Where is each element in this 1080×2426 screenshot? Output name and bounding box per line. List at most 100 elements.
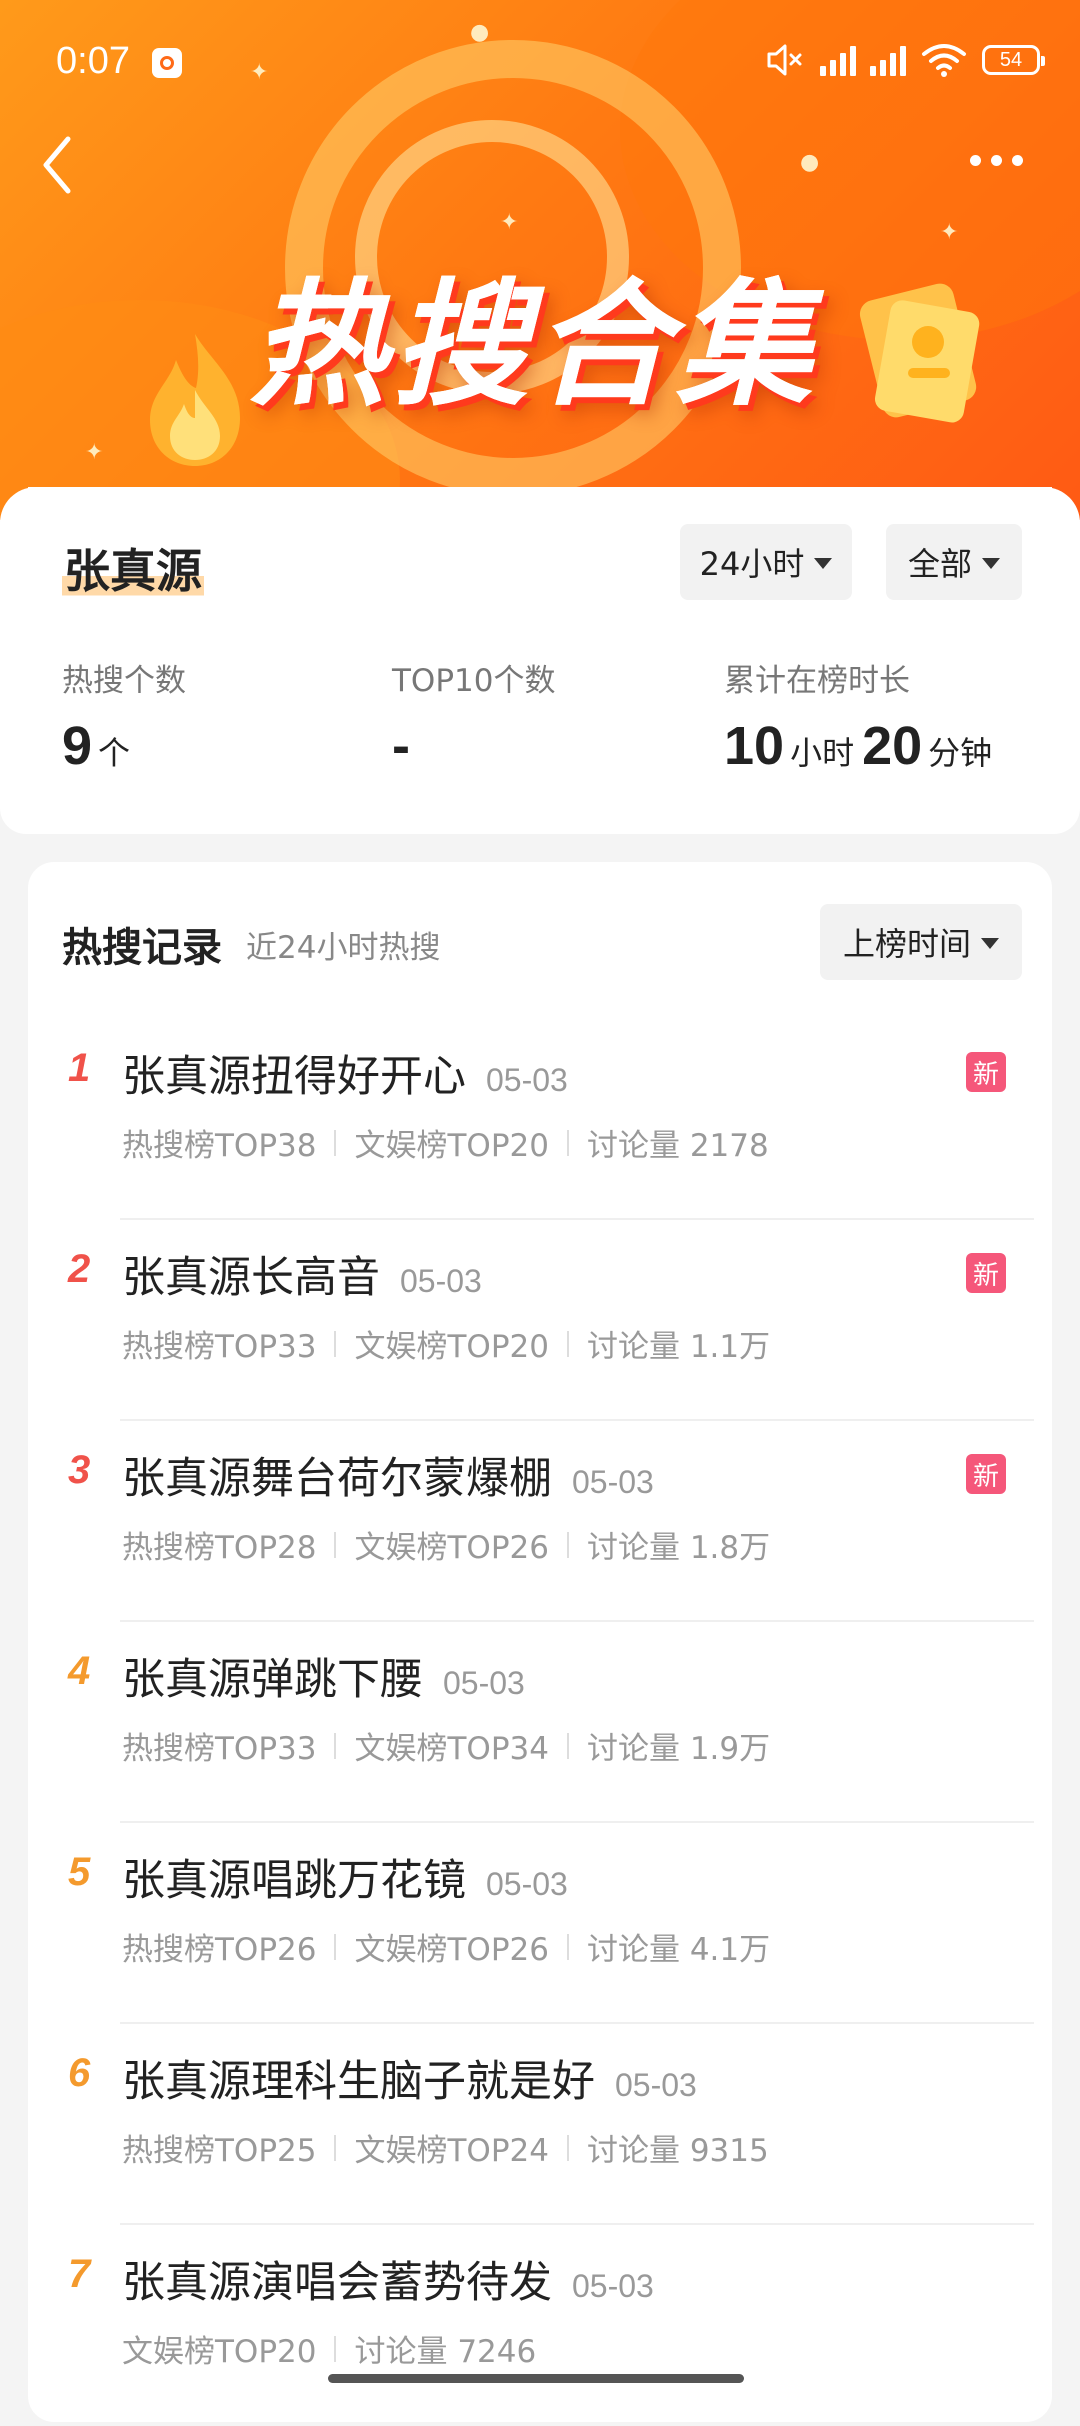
list-item[interactable]: 5 张真源唱跳万花镜 05-03 热搜榜TOP26 文娱榜TOP26 讨论量 4.1万	[28, 1824, 1052, 2024]
rank-number: 7	[68, 2252, 91, 2296]
record-date: 05-03	[486, 1866, 568, 1902]
record-icon	[152, 48, 182, 78]
battery-icon: 54	[982, 45, 1045, 75]
home-indicator[interactable]	[328, 2374, 744, 2383]
discussion-count: 讨论量 2178	[586, 1128, 769, 1164]
ent-rank: 文娱榜TOP20	[354, 1128, 549, 1164]
divider	[334, 1531, 337, 1558]
list-item[interactable]: 7 张真源演唱会蓄势待发 05-03 文娱榜TOP20 讨论量 7246	[28, 2226, 1052, 2426]
sparkle-icon: ✦	[85, 440, 104, 465]
record-title: 张真源理科生脑子就是好 05-03	[122, 2047, 697, 2109]
status-icons: 54	[766, 40, 1045, 80]
records-title: 热搜记录	[62, 925, 222, 971]
record-title-text: 张真源舞台荷尔蒙爆棚	[122, 1454, 552, 1504]
discussion-count: 讨论量 1.8万	[586, 1530, 771, 1566]
hot-rank: 热搜榜TOP25	[122, 2133, 317, 2169]
divider	[120, 1419, 1034, 1421]
stat-value-hot-count: 9个	[62, 715, 138, 777]
duration-hours-unit: 小时	[790, 734, 855, 772]
record-date: 05-03	[615, 2067, 697, 2103]
record-date: 05-03	[572, 2268, 654, 2304]
divider	[334, 1933, 337, 1960]
discussion-count: 讨论量 9315	[586, 2133, 769, 2169]
record-date: 05-03	[400, 1263, 482, 1299]
record-title-text: 张真源理科生脑子就是好	[122, 2057, 595, 2107]
caret-down-icon	[814, 557, 833, 569]
sort-label: 上榜时间	[842, 925, 971, 963]
sparkle-icon: ✦	[940, 220, 959, 245]
record-meta: 热搜榜TOP28 文娱榜TOP26 讨论量 1.8万	[122, 1522, 770, 1567]
stat-label-hot-count: 热搜个数	[62, 663, 186, 699]
list-item[interactable]: 2 张真源长高音 05-03 热搜榜TOP33 文娱榜TOP20 讨论量 1.1万 新	[28, 1221, 1052, 1421]
more-dots-icon	[970, 154, 981, 166]
rank-number: 1	[68, 1046, 91, 1090]
hot-rank: 热搜榜TOP26	[122, 1932, 317, 1968]
discussion-count: 讨论量 1.9万	[586, 1731, 771, 1767]
record-title-text: 张真源长高音	[122, 1253, 380, 1303]
hot-count-unit: 个	[98, 734, 131, 772]
record-date: 05-03	[486, 1062, 568, 1098]
record-title: 张真源唱跳万花镜 05-03	[122, 1846, 568, 1908]
duration-minutes: 20	[862, 716, 923, 776]
record-meta: 热搜榜TOP25 文娱榜TOP24 讨论量 9315	[122, 2125, 769, 2170]
flame-icon	[150, 334, 240, 466]
divider	[566, 2134, 569, 2161]
record-meta: 热搜榜TOP33 文娱榜TOP20 讨论量 1.1万	[122, 1321, 770, 1366]
more-button[interactable]	[970, 140, 1040, 180]
list-item[interactable]: 1 张真源扭得好开心 05-03 热搜榜TOP38 文娱榜TOP20 讨论量 2178…	[28, 1020, 1052, 1220]
divider	[334, 1732, 337, 1759]
more-dots-icon	[991, 154, 1002, 166]
divider	[566, 1531, 569, 1558]
record-title: 张真源扭得好开心 05-03	[122, 1042, 568, 1104]
signal-icon	[820, 44, 856, 76]
duration-hours: 10	[724, 716, 785, 776]
header-banner: ✦ ● ● ✦ ✦ ✦ 0:07 54 热搜合集	[0, 0, 1080, 520]
rank-number: 4	[68, 1649, 91, 1693]
back-button[interactable]	[30, 125, 90, 205]
sort-dropdown[interactable]: 上榜时间	[820, 904, 1022, 980]
stat-value-duration: 10 小时 20 分钟	[724, 715, 1000, 777]
ent-rank: 文娱榜TOP20	[354, 1329, 549, 1365]
list-item[interactable]: 3 张真源舞台荷尔蒙爆棚 05-03 热搜榜TOP28 文娱榜TOP26 讨论量 1.…	[28, 1422, 1052, 1622]
divider	[120, 1218, 1034, 1220]
discussion-count: 讨论量 4.1万	[586, 1932, 771, 1968]
hot-rank: 热搜榜TOP28	[122, 1530, 317, 1566]
new-badge: 新	[966, 1052, 1006, 1092]
divider	[120, 1821, 1034, 1823]
list-item[interactable]: 4 张真源弹跳下腰 05-03 热搜榜TOP33 文娱榜TOP34 讨论量 1.9万	[28, 1623, 1052, 1823]
stat-label-top10: TOP10个数	[392, 663, 556, 699]
duration-minutes-unit: 分钟	[928, 734, 993, 772]
divider	[566, 1129, 569, 1156]
discussion-count: 讨论量 7246	[354, 2334, 537, 2370]
record-meta: 热搜榜TOP26 文娱榜TOP26 讨论量 4.1万	[122, 1924, 770, 1969]
sparkle-icon: ●	[800, 150, 820, 175]
new-badge: 新	[966, 1454, 1006, 1494]
record-title: 张真源长高音 05-03	[122, 1243, 482, 1305]
wifi-icon	[922, 44, 966, 77]
rank-number: 2	[68, 1247, 91, 1291]
divider	[334, 1129, 337, 1156]
stat-label-duration: 累计在榜时长	[724, 663, 910, 699]
ent-rank: 文娱榜TOP24	[354, 2133, 549, 2169]
divider	[120, 2022, 1034, 2024]
status-bar: 0:07 54	[0, 0, 1080, 130]
new-badge: 新	[966, 1253, 1006, 1293]
hot-count-number: 9	[62, 716, 93, 776]
record-title-text: 张真源唱跳万花镜	[122, 1856, 466, 1906]
more-dots-icon	[1012, 154, 1023, 166]
hot-rank: 热搜榜TOP33	[122, 1731, 317, 1767]
record-title: 张真源弹跳下腰 05-03	[122, 1645, 525, 1707]
hot-rank: 热搜榜TOP33	[122, 1329, 317, 1365]
scope-filter-dropdown[interactable]: 全部	[886, 524, 1022, 600]
rank-number: 6	[68, 2051, 91, 2095]
person-name: 张真源	[62, 535, 204, 601]
record-date: 05-03	[572, 1464, 654, 1500]
ent-rank: 文娱榜TOP34	[354, 1731, 549, 1767]
time-filter-dropdown[interactable]: 24小时	[680, 524, 852, 600]
divider	[566, 1732, 569, 1759]
list-item[interactable]: 6 张真源理科生脑子就是好 05-03 热搜榜TOP25 文娱榜TOP24 讨论量 9…	[28, 2025, 1052, 2225]
ent-rank: 文娱榜TOP20	[122, 2334, 317, 2370]
caret-down-icon	[981, 937, 999, 949]
record-meta: 热搜榜TOP33 文娱榜TOP34 讨论量 1.9万	[122, 1723, 770, 1768]
battery-level: 54	[999, 48, 1023, 71]
